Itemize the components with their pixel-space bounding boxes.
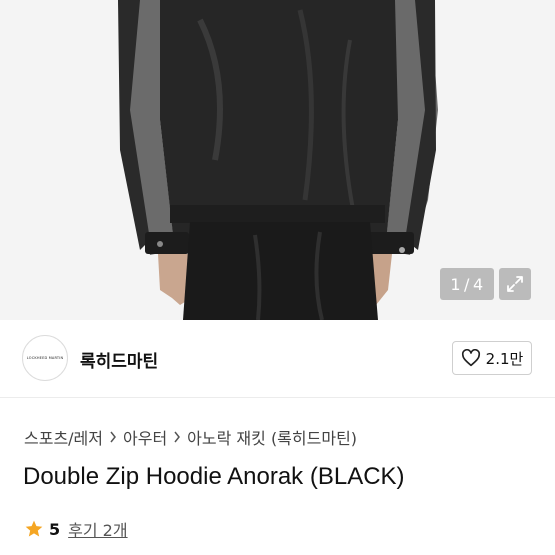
chevron-right-icon bbox=[173, 428, 181, 447]
chevron-right-icon bbox=[109, 428, 117, 447]
counter-current: 1 bbox=[450, 274, 462, 294]
counter-total: 4 bbox=[472, 274, 484, 294]
shop-name[interactable]: 록히드마틴 bbox=[80, 347, 158, 372]
heart-outline-icon bbox=[461, 349, 480, 367]
star-icon bbox=[25, 520, 43, 537]
expand-image-button[interactable] bbox=[499, 268, 531, 300]
breadcrumb-item-subcategory[interactable]: 아우터 bbox=[123, 425, 167, 449]
product-title: Double Zip Hoodie Anorak (BLACK) bbox=[23, 463, 405, 490]
like-count: 2.1만 bbox=[485, 349, 524, 368]
shop-logo-text: LOCKHEED MARTIN bbox=[26, 356, 64, 360]
counter-separator: / bbox=[464, 274, 470, 294]
breadcrumb-item-category[interactable]: 스포츠/레저 bbox=[24, 425, 103, 449]
expand-arrows-icon bbox=[507, 276, 523, 292]
product-image-gallery[interactable]: 1 / 4 bbox=[0, 0, 555, 320]
breadcrumb: 스포츠/레저 아우터 아노락 재킷 (록히드마틴) bbox=[24, 425, 357, 449]
shop-logo[interactable]: LOCKHEED MARTIN bbox=[22, 335, 68, 381]
rating-row: 5 후기 2개 bbox=[24, 517, 128, 541]
image-counter: 1 / 4 bbox=[440, 268, 494, 300]
breadcrumb-item-current[interactable]: 아노락 재킷 (록히드마틴) bbox=[187, 425, 357, 449]
reviews-link[interactable]: 후기 2개 bbox=[68, 517, 127, 541]
like-button[interactable]: 2.1만 bbox=[452, 341, 532, 375]
rating-score: 5 bbox=[49, 519, 61, 539]
shop-info-row: LOCKHEED MARTIN 록히드마틴 2.1만 bbox=[0, 320, 555, 398]
